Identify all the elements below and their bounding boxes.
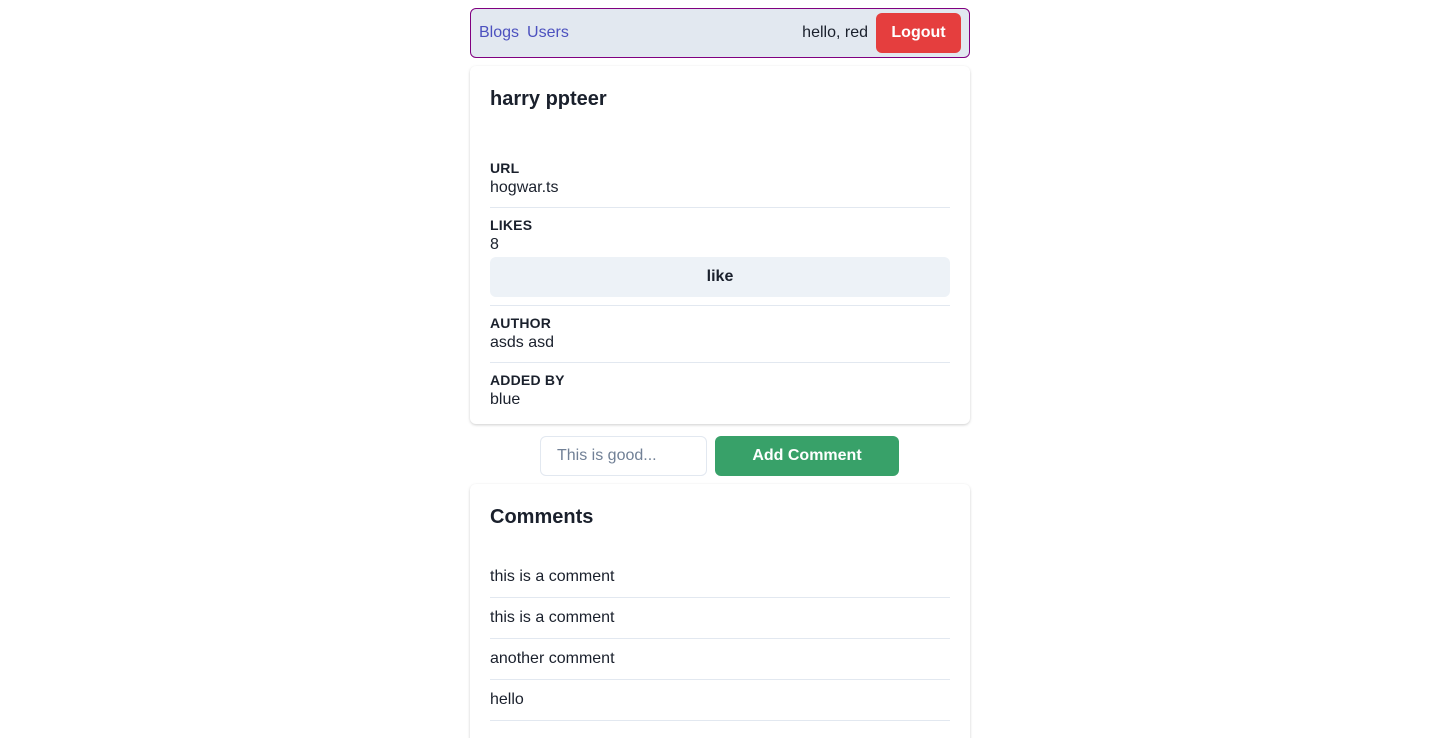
logout-button[interactable]: Logout [876, 13, 961, 53]
comment-item: this is a comment [490, 565, 950, 598]
nav-user-area: hello, red Logout [802, 13, 961, 53]
nav-links: Blogs Users [479, 24, 569, 42]
comments-title: Comments [490, 506, 594, 528]
blog-title: harry ppteer [490, 88, 607, 110]
page: Blogs Users hello, red Logout harry ppte… [0, 0, 1440, 738]
likes-field: LIKES 8 like [490, 208, 950, 306]
author-label: AUTHOR [490, 315, 552, 331]
add-comment-button[interactable]: Add Comment [715, 436, 899, 476]
url-label: URL [490, 160, 520, 176]
comment-form: Add Comment [540, 436, 899, 476]
nav-link-blogs[interactable]: Blogs [479, 24, 519, 42]
comments-card: Comments this is a comment this is a com… [470, 484, 970, 738]
added-by-value: blue [490, 391, 521, 408]
comment-input[interactable] [540, 436, 707, 476]
navbar: Blogs Users hello, red Logout [470, 8, 970, 58]
comment-item: hello [490, 680, 950, 721]
user-greeting: hello, red [802, 24, 868, 41]
comment-list: this is a comment this is a comment anot… [490, 565, 950, 721]
added-by-field: ADDED BY blue [490, 363, 950, 419]
author-field: AUTHOR asds asd [490, 306, 950, 363]
comment-item: this is a comment [490, 598, 950, 639]
url-field: URL hogwar.ts [490, 151, 950, 208]
author-value: asds asd [490, 334, 555, 351]
blog-card: harry ppteer URL hogwar.ts LIKES 8 like … [470, 66, 970, 424]
likes-value: 8 [490, 236, 499, 253]
added-by-label: ADDED BY [490, 372, 565, 388]
like-button[interactable]: like [490, 257, 950, 297]
url-value: hogwar.ts [490, 179, 559, 196]
nav-link-users[interactable]: Users [527, 24, 569, 42]
comment-item: another comment [490, 639, 950, 680]
likes-label: LIKES [490, 217, 533, 233]
